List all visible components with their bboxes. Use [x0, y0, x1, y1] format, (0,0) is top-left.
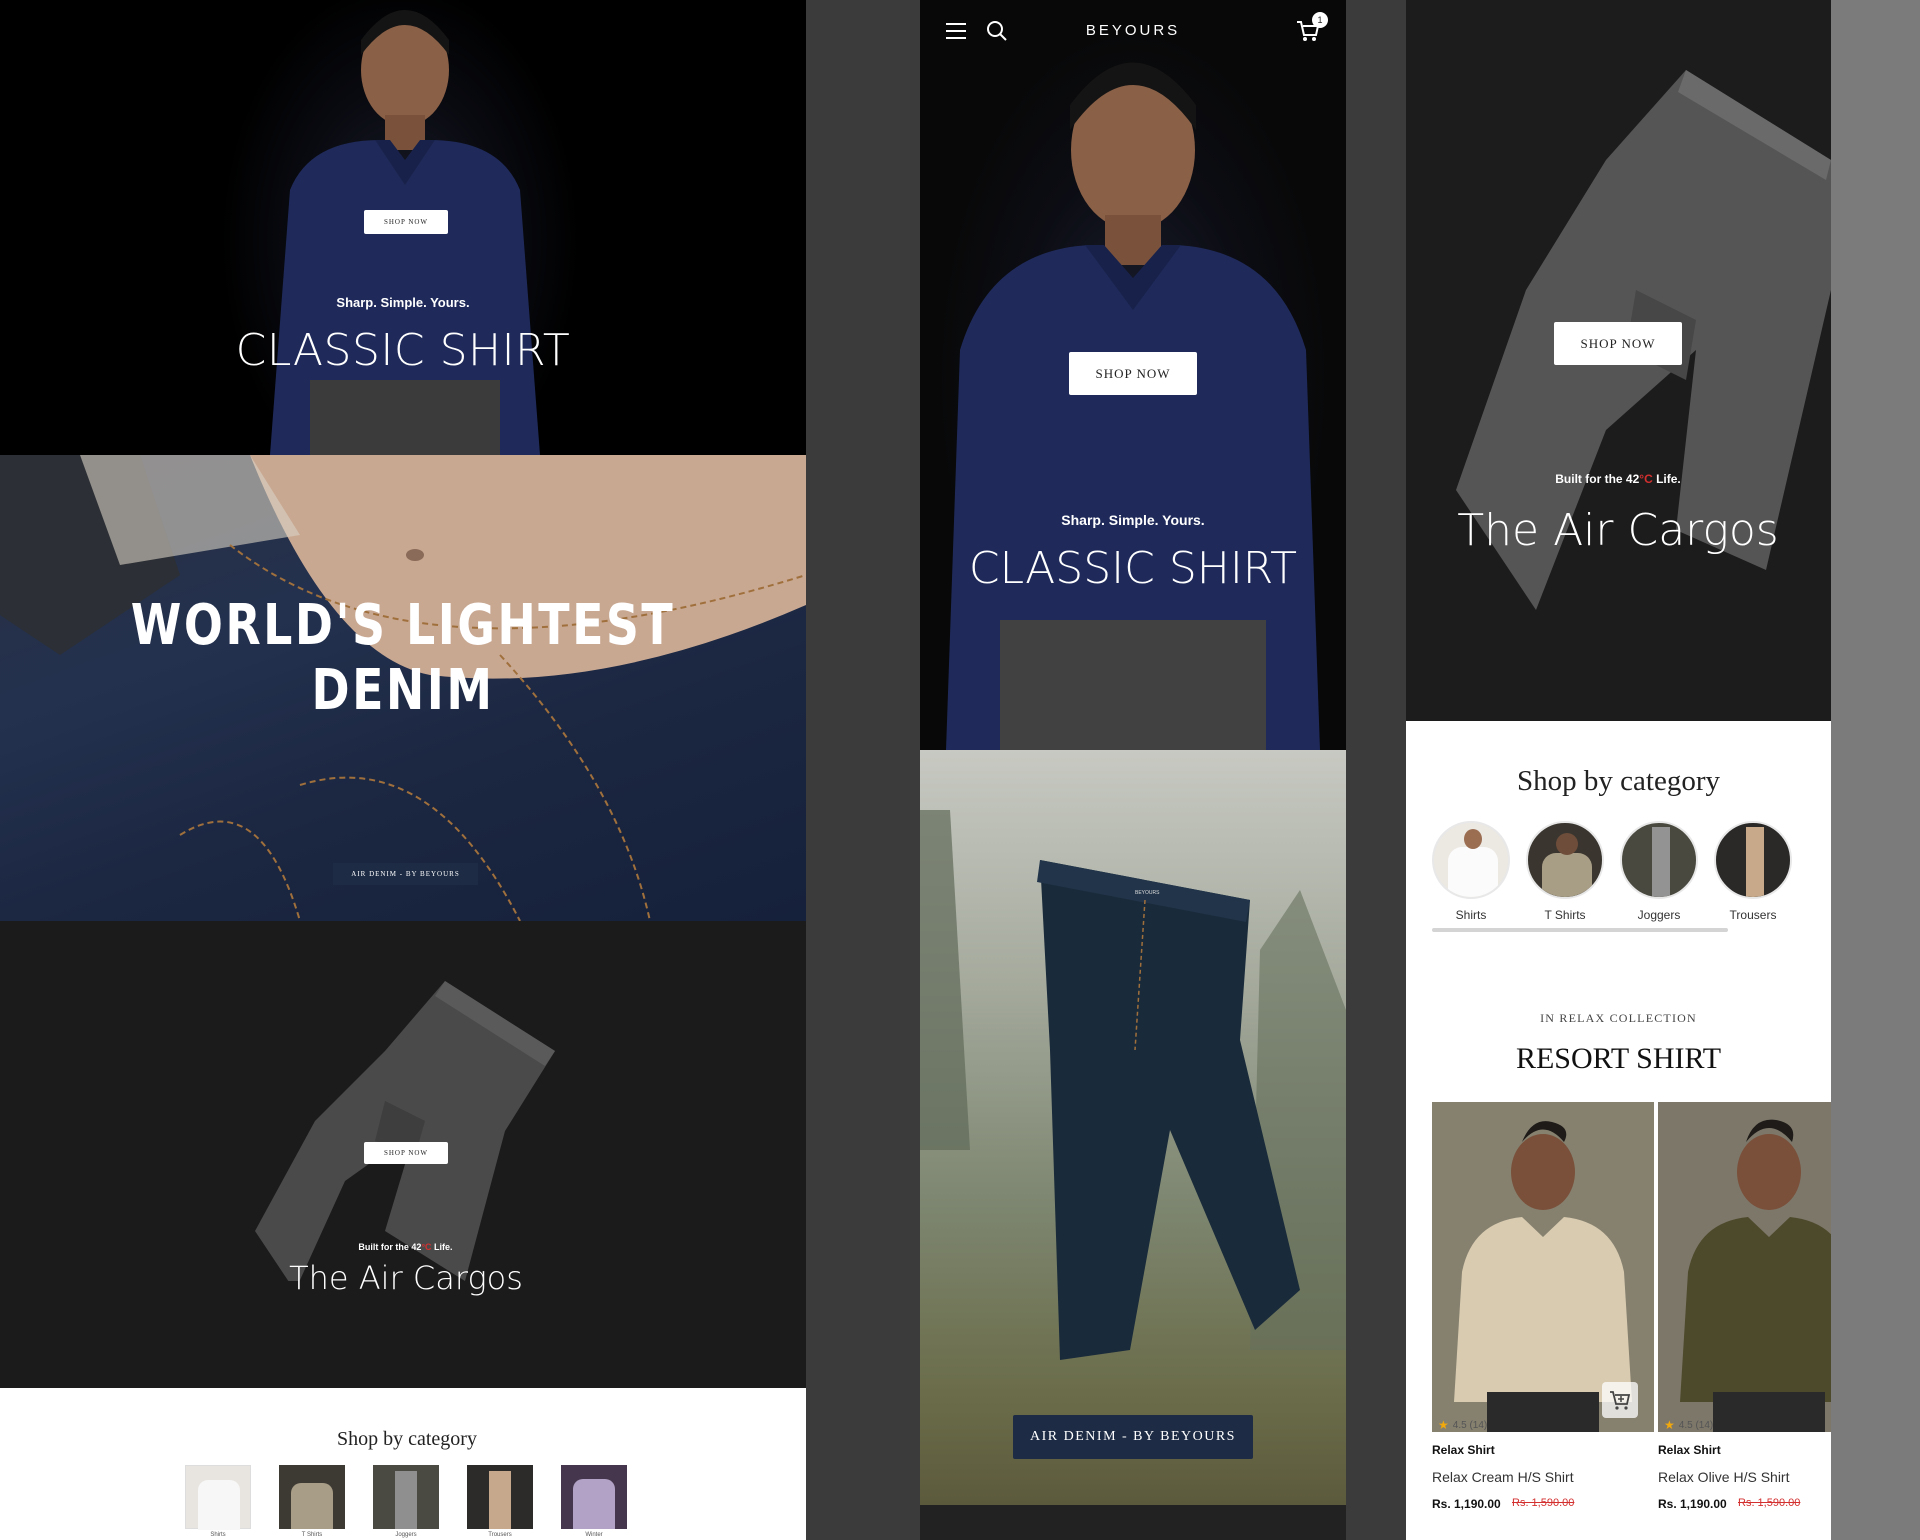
star-icon: ★ — [1664, 1418, 1675, 1432]
category-tile-winter[interactable] — [561, 1465, 627, 1529]
brand-logo[interactable]: BEYOURS — [1033, 22, 1233, 39]
cart-count-badge: 1 — [1312, 12, 1328, 28]
denim-headline: WORLD'S LIGHTEST DENIM — [130, 593, 676, 723]
category-circle-trousers[interactable] — [1714, 821, 1792, 899]
shop-by-category-section: Shop by category Shirts T Shirts Joggers… — [1406, 721, 1831, 1540]
background-strip — [1831, 0, 1920, 1540]
category-circle-tshirts[interactable] — [1526, 821, 1604, 899]
product-price: Rs. 1,190.00 — [1432, 1497, 1501, 1511]
hero-tagline: Sharp. Simple. Yours. — [336, 295, 470, 310]
product-card-image[interactable] — [1658, 1102, 1831, 1432]
category-tile-shirts[interactable] — [185, 1465, 251, 1530]
product-price: Rs. 1,190.00 — [1658, 1497, 1727, 1511]
product-rating: ★ 4.5 (14) — [1438, 1418, 1488, 1432]
category-label: Trousers — [488, 1532, 512, 1538]
mobile-category-preview: SHOP NOW Built for the 42°C Life. The Ai… — [1406, 0, 1831, 1540]
menu-icon[interactable] — [946, 21, 968, 41]
search-icon[interactable] — [986, 20, 1008, 42]
category-heading: Shop by category — [1517, 765, 1720, 797]
collection-title: RESORT SHIRT — [1515, 1042, 1722, 1075]
air-cargos-banner: SHOP NOW Built for the 42°C Life. The Ai… — [0, 921, 806, 1388]
mobile-home-preview: BEYOURS 1 SHOP NOW Sharp. Simple. Yours.… — [920, 0, 1346, 1540]
category-label: Shirts — [1455, 908, 1487, 922]
category-heading: Shop by category — [337, 1428, 477, 1450]
shop-now-button[interactable]: SHOP NOW — [364, 210, 448, 234]
air-cargos-banner-mobile: SHOP NOW Built for the 42°C Life. The Ai… — [1406, 0, 1831, 721]
jeans-label-text: BEYOURS — [1135, 890, 1160, 896]
product-type: Relax Shirt — [1432, 1443, 1495, 1457]
category-tile-trousers[interactable] — [467, 1465, 533, 1529]
classic-shirt-hero-mobile: BEYOURS 1 SHOP NOW Sharp. Simple. Yours.… — [920, 0, 1346, 750]
category-label: Joggers — [395, 1532, 417, 1538]
category-label: Shirts — [210, 1532, 226, 1538]
product-name[interactable]: Relax Cream H/S Shirt — [1432, 1469, 1574, 1485]
product-name[interactable]: Relax Olive H/S Shirt — [1658, 1469, 1789, 1485]
category-label: T Shirts — [301, 1532, 323, 1538]
category-label: Winter — [585, 1532, 603, 1538]
category-label: T Shirts — [1544, 908, 1586, 922]
category-label: Trousers — [1729, 908, 1777, 922]
jeans-in-forest-image — [920, 810, 1346, 1360]
star-icon: ★ — [1438, 1418, 1449, 1432]
shop-now-button[interactable]: SHOP NOW — [1554, 322, 1682, 365]
product-card-image[interactable] — [1432, 1102, 1654, 1432]
cargo-title: The Air Cargos — [1457, 505, 1779, 556]
air-denim-badge[interactable]: AIR DENIM - BY BEYOURS — [1013, 1415, 1253, 1459]
collection-eyebrow: IN RELAX COLLECTION — [1540, 1011, 1697, 1025]
shop-now-button[interactable]: SHOP NOW — [1069, 352, 1197, 395]
desktop-preview-column: SHOP NOW Sharp. Simple. Yours. CLASSIC S… — [0, 0, 806, 1540]
category-circle-joggers[interactable] — [1620, 821, 1698, 899]
classic-shirt-hero: SHOP NOW Sharp. Simple. Yours. CLASSIC S… — [0, 0, 806, 455]
air-denim-banner-mobile: BEYOURS AIR DENIM - BY BEYOURS — [920, 750, 1346, 1505]
category-scrollbar[interactable] — [1432, 928, 1728, 932]
category-tile-joggers[interactable] — [373, 1465, 439, 1529]
add-to-cart-button[interactable] — [1602, 1382, 1638, 1418]
cargo-tagline: Built for the 42°C Life. — [358, 1242, 453, 1252]
hero-title: CLASSIC SHIRT — [235, 325, 571, 376]
category-circle-shirts[interactable] — [1432, 821, 1510, 899]
product-type: Relax Shirt — [1658, 1443, 1721, 1457]
cargo-tagline: Built for the 42°C Life. — [1555, 472, 1681, 486]
shop-now-button[interactable]: SHOP NOW — [364, 1142, 448, 1164]
hero-title: CLASSIC SHIRT — [968, 543, 1298, 594]
product-old-price: Rs. 1,590.00 — [1512, 1497, 1575, 1509]
product-rating: ★ 4.5 (14) — [1664, 1418, 1714, 1432]
cargo-title: The Air Cargos — [289, 1259, 523, 1297]
lightest-denim-banner: WORLD'S LIGHTEST DENIM AIR DENIM - BY BE… — [0, 455, 806, 921]
hero-tagline: Sharp. Simple. Yours. — [1061, 512, 1205, 528]
olive-shirt-model-image — [1658, 1102, 1831, 1432]
cargo-pants-image — [255, 981, 555, 1281]
product-old-price: Rs. 1,590.00 — [1738, 1497, 1801, 1509]
air-denim-badge[interactable]: AIR DENIM - BY BEYOURS — [333, 863, 478, 885]
category-tile-tshirts[interactable] — [279, 1465, 345, 1529]
shop-by-category-section: Shop by category Shirts T Shirts Joggers… — [0, 1388, 806, 1540]
category-label: Joggers — [1637, 908, 1681, 922]
add-to-cart-icon — [1610, 1391, 1631, 1410]
